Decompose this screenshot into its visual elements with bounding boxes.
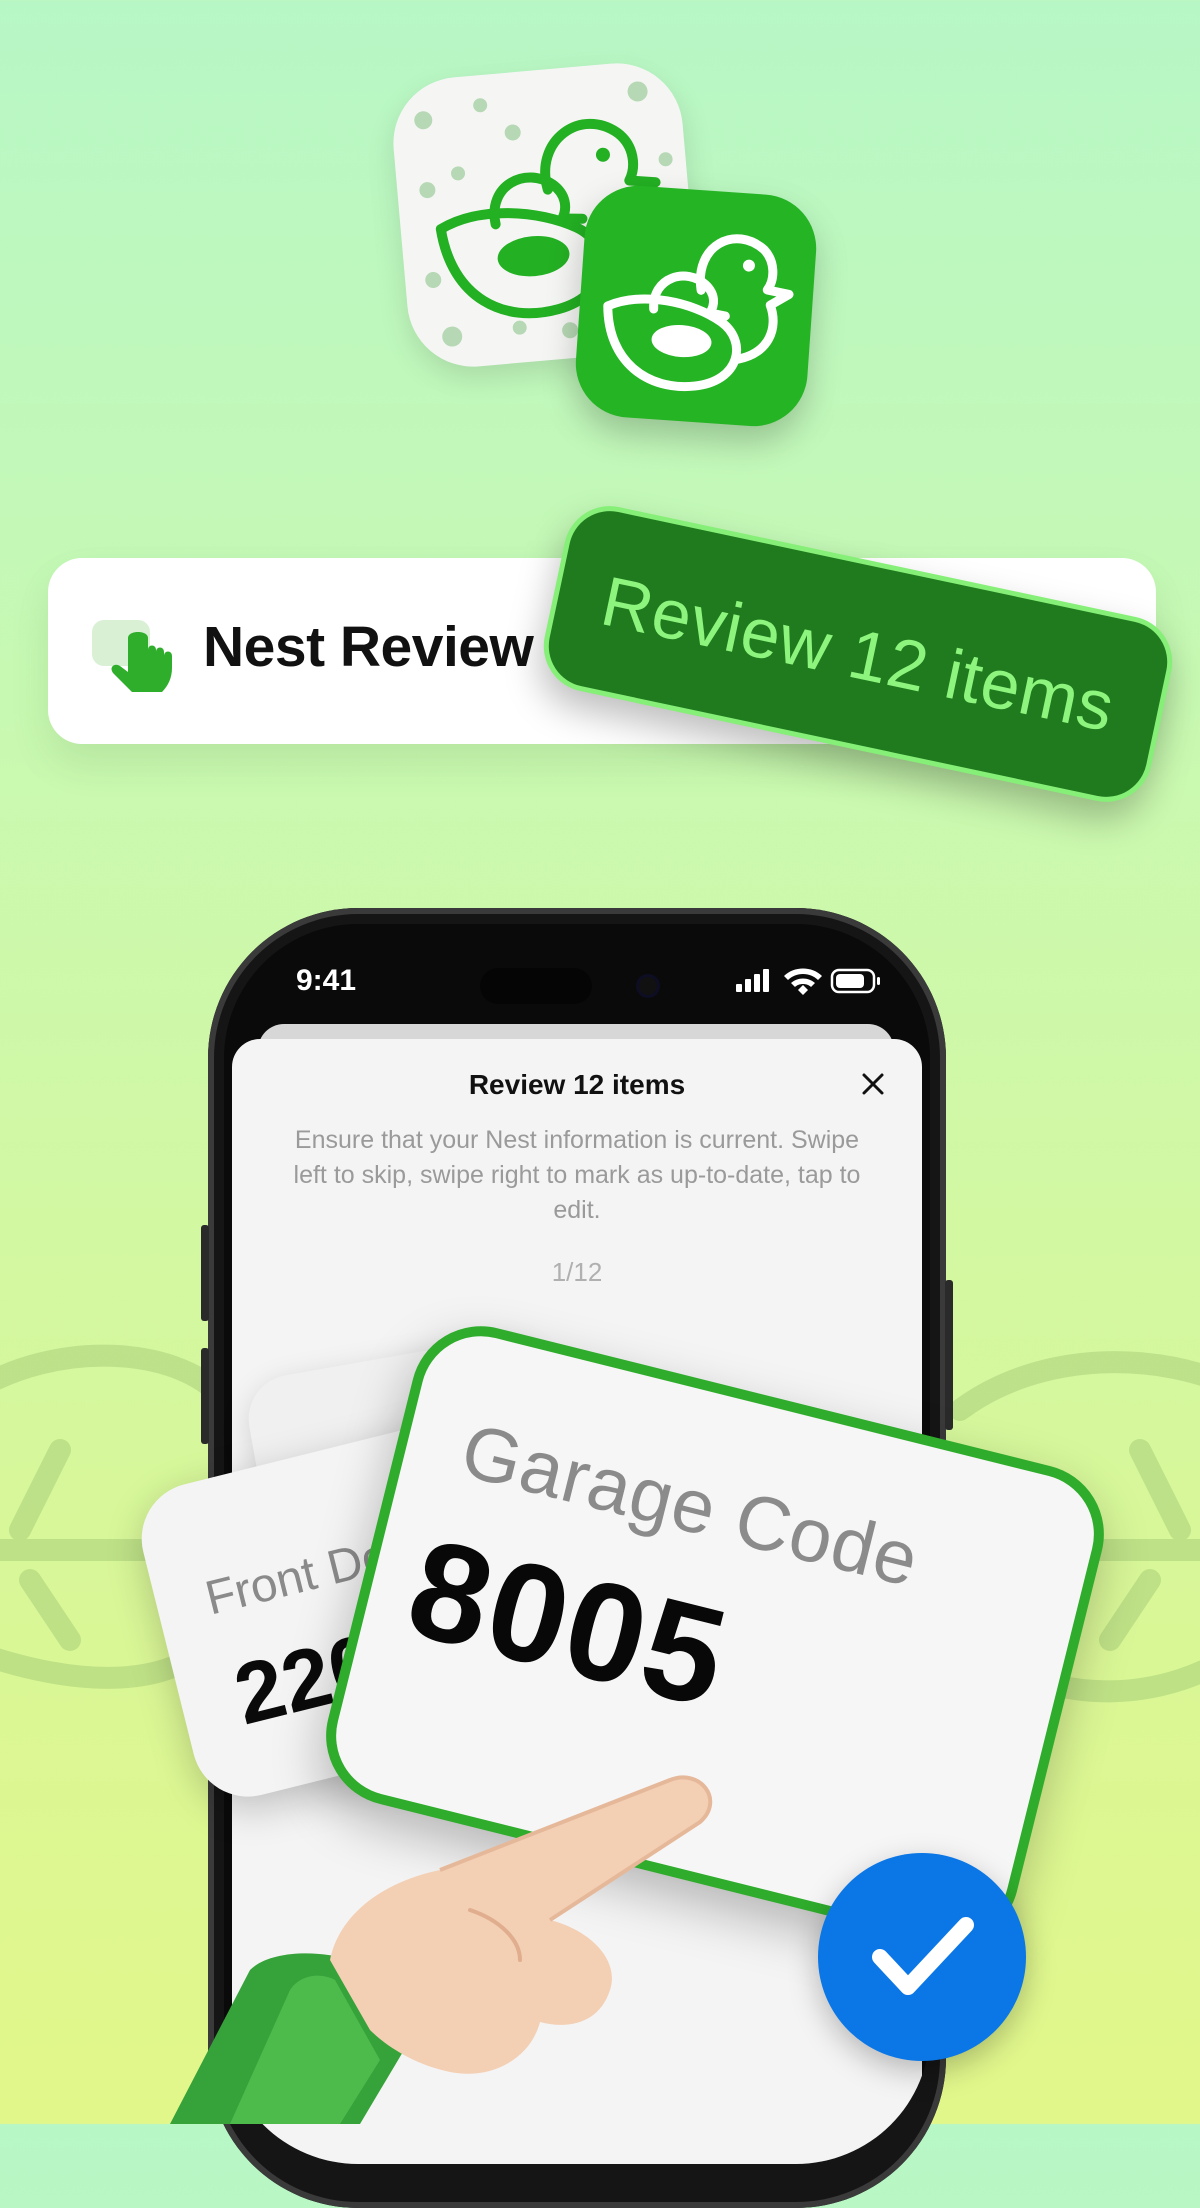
checkmark-icon xyxy=(872,1917,974,1995)
nest-review-title: Nest Review xyxy=(203,615,534,679)
power-button xyxy=(945,1280,953,1430)
battery-icon xyxy=(830,968,880,994)
close-icon[interactable] xyxy=(856,1067,890,1101)
wifi-icon xyxy=(784,968,822,995)
status-icons xyxy=(736,968,880,995)
camera-lens xyxy=(636,974,660,998)
review-items-badge[interactable]: Review 12 items xyxy=(535,497,1181,811)
review-counter: 1/12 xyxy=(551,1257,603,1287)
status-time: 9:41 xyxy=(296,964,357,997)
tap-hand-icon xyxy=(92,620,172,692)
pointing-hand-illustration xyxy=(170,1775,713,2124)
status-bar: 9:41 xyxy=(224,924,930,1034)
confirm-button[interactable] xyxy=(818,1853,1026,2061)
duck-app-icon-green xyxy=(603,234,794,392)
dynamic-island xyxy=(480,968,592,1004)
sheet-title: Review 12 items xyxy=(468,1069,686,1100)
signal-icon xyxy=(736,969,769,992)
volume-down-button xyxy=(201,1348,209,1444)
app-icon-green xyxy=(572,182,820,430)
sheet-description: Ensure that your Nest information is cur… xyxy=(293,1126,861,1224)
volume-up-button xyxy=(201,1225,209,1321)
